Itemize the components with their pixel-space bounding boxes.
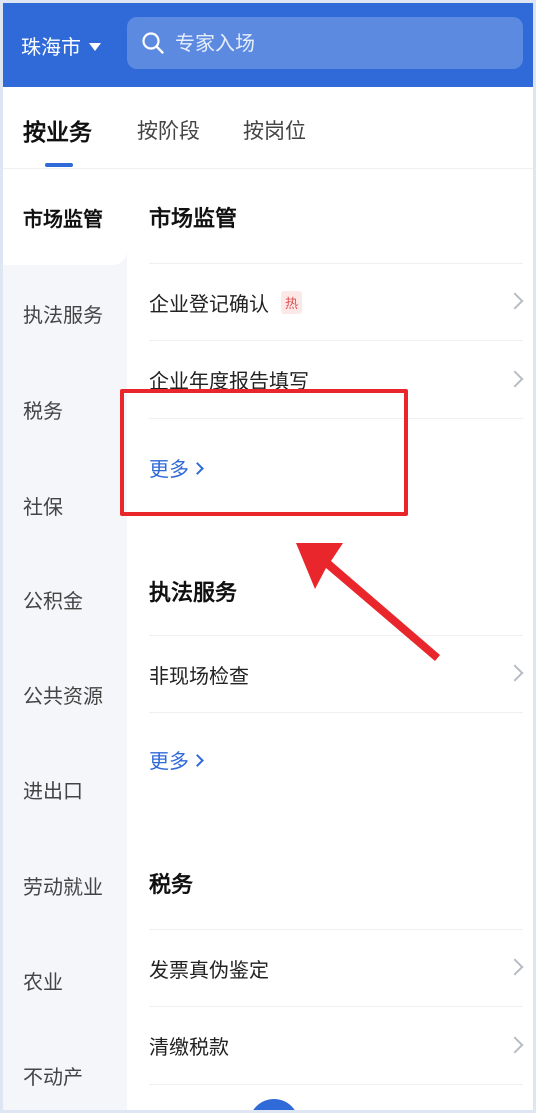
app-frame: 珠海市 按业务 按阶段 按岗位 市场监管 执法服务 税务 社保 [0, 0, 536, 1113]
annotation-arrow-icon [296, 543, 440, 661]
